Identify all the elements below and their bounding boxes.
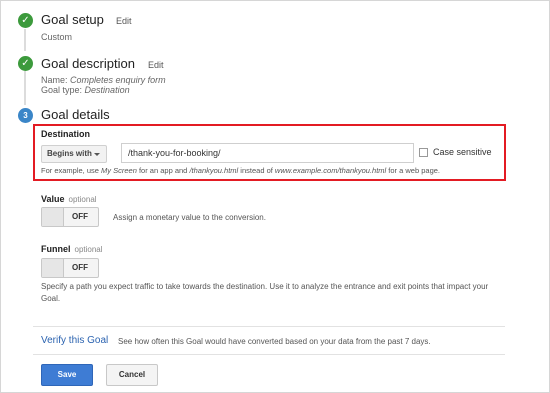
value-label: Value optional	[41, 194, 97, 204]
hint-text: instead of	[238, 166, 275, 175]
match-type-dropdown[interactable]: Begins with	[41, 145, 107, 163]
funnel-optional-tag: optional	[74, 245, 103, 254]
toggle-knob	[42, 208, 64, 226]
destination-hint: For example, use My Screen for an app an…	[41, 166, 440, 175]
progress-rail	[24, 71, 26, 105]
funnel-toggle-state: OFF	[72, 263, 88, 272]
goal-name-label: Name:	[41, 75, 68, 85]
check-icon: ✓	[18, 56, 33, 71]
chevron-down-icon	[94, 153, 100, 156]
hint-text: for a web page.	[386, 166, 441, 175]
goal-setup-subtitle: Custom	[41, 32, 73, 42]
match-type-value: Begins with	[47, 149, 92, 158]
hint-example-path: /thankyou.html	[189, 166, 239, 175]
hint-text: For example, use	[41, 166, 102, 175]
value-toggle[interactable]: OFF	[41, 207, 99, 227]
destination-label: Destination	[41, 129, 91, 139]
toggle-knob	[42, 259, 64, 277]
goal-editor-panel: ✓ Goal setup Edit Custom ✓ Goal descript…	[0, 0, 550, 393]
funnel-label-text: Funnel	[41, 244, 71, 254]
goal-description-title: Goal description	[41, 56, 135, 71]
funnel-description-line1: Specify a path you expect traffic to tak…	[41, 282, 489, 291]
step-number-badge: 3	[18, 108, 33, 123]
goal-name-line: Name: Completes enquiry form	[41, 75, 166, 85]
goal-type-value: Destination	[84, 85, 130, 95]
hint-example-url: www.example.com/thankyou.html	[274, 166, 387, 175]
progress-rail	[24, 29, 26, 51]
goal-description-edit-link[interactable]: Edit	[148, 60, 164, 70]
value-toggle-state: OFF	[72, 212, 88, 221]
hint-text: for an app and	[136, 166, 190, 175]
goal-type-label: Goal type:	[41, 85, 83, 95]
goal-setup-title: Goal setup	[41, 12, 104, 27]
value-optional-tag: optional	[68, 195, 97, 204]
hint-example-screen: My Screen	[101, 166, 137, 175]
goal-name-value: Completes enquiry form	[70, 75, 166, 85]
funnel-label: Funnel optional	[41, 244, 103, 254]
cancel-button[interactable]: Cancel	[106, 364, 158, 386]
destination-input[interactable]: /thank-you-for-booking/	[121, 143, 414, 163]
goal-type-line: Goal type: Destination	[41, 85, 130, 95]
check-icon: ✓	[18, 13, 33, 28]
save-button[interactable]: Save	[41, 364, 93, 386]
case-sensitive-checkbox[interactable]	[419, 148, 428, 157]
divider	[33, 354, 505, 355]
verify-description: See how often this Goal would have conve…	[118, 337, 431, 346]
goal-details-title: Goal details	[41, 107, 110, 122]
value-label-text: Value	[41, 194, 65, 204]
verify-goal-link[interactable]: Verify this Goal	[41, 335, 108, 346]
funnel-description-line2: Goal.	[41, 294, 61, 303]
goal-setup-edit-link[interactable]: Edit	[116, 16, 132, 26]
funnel-toggle[interactable]: OFF	[41, 258, 99, 278]
value-description: Assign a monetary value to the conversio…	[113, 213, 266, 222]
divider	[33, 326, 505, 327]
case-sensitive-label: Case sensitive	[433, 147, 492, 157]
